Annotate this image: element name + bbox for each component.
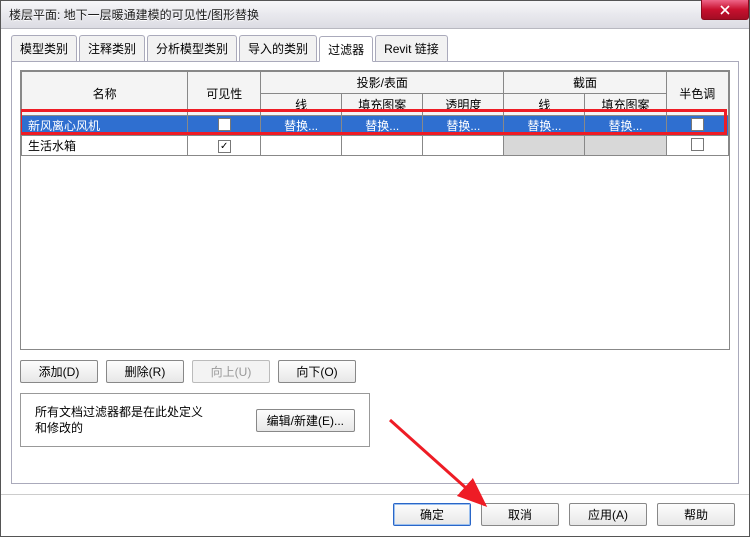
tab-strip: 模型类别 注释类别 分析模型类别 导入的类别 过滤器 Revit 链接	[11, 35, 739, 61]
titlebar[interactable]: 楼层平面: 地下一层暖通建模的可见性/图形替换	[1, 1, 749, 29]
tab-imported[interactable]: 导入的类别	[239, 35, 317, 61]
up-button[interactable]: 向上(U)	[192, 360, 270, 383]
col-sec-fill[interactable]: 填充图案	[585, 94, 666, 116]
cell-halftone[interactable]	[666, 136, 728, 156]
apply-button[interactable]: 应用(A)	[569, 503, 647, 526]
grid-table: 名称 可见性 投影/表面 截面 半色调 线 填充图案 透明度 线 填充图案	[21, 71, 729, 156]
cell-sec-fill[interactable]	[585, 136, 666, 156]
cell-proj-fill[interactable]	[342, 136, 423, 156]
button-row: 添加(D) 删除(R) 向上(U) 向下(O)	[20, 360, 730, 383]
tab-revit-links[interactable]: Revit 链接	[375, 35, 448, 61]
cell-proj-trans[interactable]: 替换...	[423, 116, 504, 136]
tab-panel: 名称 可见性 投影/表面 截面 半色调 线 填充图案 透明度 线 填充图案	[11, 61, 739, 484]
col-proj-trans[interactable]: 透明度	[423, 94, 504, 116]
col-projection[interactable]: 投影/表面	[261, 72, 504, 94]
checkbox-icon[interactable]	[218, 118, 231, 131]
down-button[interactable]: 向下(O)	[278, 360, 356, 383]
col-visibility[interactable]: 可见性	[188, 72, 261, 116]
cell-visibility[interactable]	[188, 116, 261, 136]
hint-text: 所有文档过滤器都是在此处定义和修改的	[35, 404, 205, 436]
cell-proj-line[interactable]	[261, 136, 342, 156]
cell-sec-line[interactable]: 替换...	[504, 116, 585, 136]
close-icon	[720, 5, 730, 15]
close-button[interactable]	[701, 0, 749, 20]
cell-visibility[interactable]	[188, 136, 261, 156]
col-name[interactable]: 名称	[22, 72, 188, 116]
filter-grid[interactable]: 名称 可见性 投影/表面 截面 半色调 线 填充图案 透明度 线 填充图案	[20, 70, 730, 350]
col-section[interactable]: 截面	[504, 72, 666, 94]
checkbox-icon[interactable]	[691, 138, 704, 151]
tab-annotation[interactable]: 注释类别	[79, 35, 145, 61]
dialog-footer: 确定 取消 应用(A) 帮助	[1, 494, 749, 536]
dialog-window: 楼层平面: 地下一层暖通建模的可见性/图形替换 模型类别 注释类别 分析模型类别…	[0, 0, 750, 537]
hint-box: 所有文档过滤器都是在此处定义和修改的 编辑/新建(E)...	[20, 393, 370, 447]
cell-proj-line[interactable]: 替换...	[261, 116, 342, 136]
edit-new-button[interactable]: 编辑/新建(E)...	[256, 409, 355, 432]
cell-proj-fill[interactable]: 替换...	[342, 116, 423, 136]
col-halftone[interactable]: 半色调	[666, 72, 728, 116]
cell-sec-fill[interactable]: 替换...	[585, 116, 666, 136]
col-sec-line[interactable]: 线	[504, 94, 585, 116]
remove-button[interactable]: 删除(R)	[106, 360, 184, 383]
checkbox-icon[interactable]	[691, 118, 704, 131]
tab-model[interactable]: 模型类别	[11, 35, 77, 61]
cell-name[interactable]: 新风离心风机	[22, 116, 188, 136]
cancel-button[interactable]: 取消	[481, 503, 559, 526]
client-area: 模型类别 注释类别 分析模型类别 导入的类别 过滤器 Revit 链接 名称 可…	[1, 29, 749, 494]
cell-name[interactable]: 生活水箱	[22, 136, 188, 156]
cell-halftone[interactable]	[666, 116, 728, 136]
cell-sec-line[interactable]	[504, 136, 585, 156]
ok-button[interactable]: 确定	[393, 503, 471, 526]
table-row[interactable]: 新风离心风机 替换... 替换... 替换... 替换... 替换...	[22, 116, 729, 136]
tab-filters[interactable]: 过滤器	[319, 36, 373, 62]
tab-analysis[interactable]: 分析模型类别	[147, 35, 237, 61]
add-button[interactable]: 添加(D)	[20, 360, 98, 383]
col-proj-line[interactable]: 线	[261, 94, 342, 116]
table-row[interactable]: 生活水箱	[22, 136, 729, 156]
cell-proj-trans[interactable]	[423, 136, 504, 156]
checkbox-icon[interactable]	[218, 140, 231, 153]
help-button[interactable]: 帮助	[657, 503, 735, 526]
window-title: 楼层平面: 地下一层暖通建模的可见性/图形替换	[1, 6, 259, 23]
col-proj-fill[interactable]: 填充图案	[342, 94, 423, 116]
